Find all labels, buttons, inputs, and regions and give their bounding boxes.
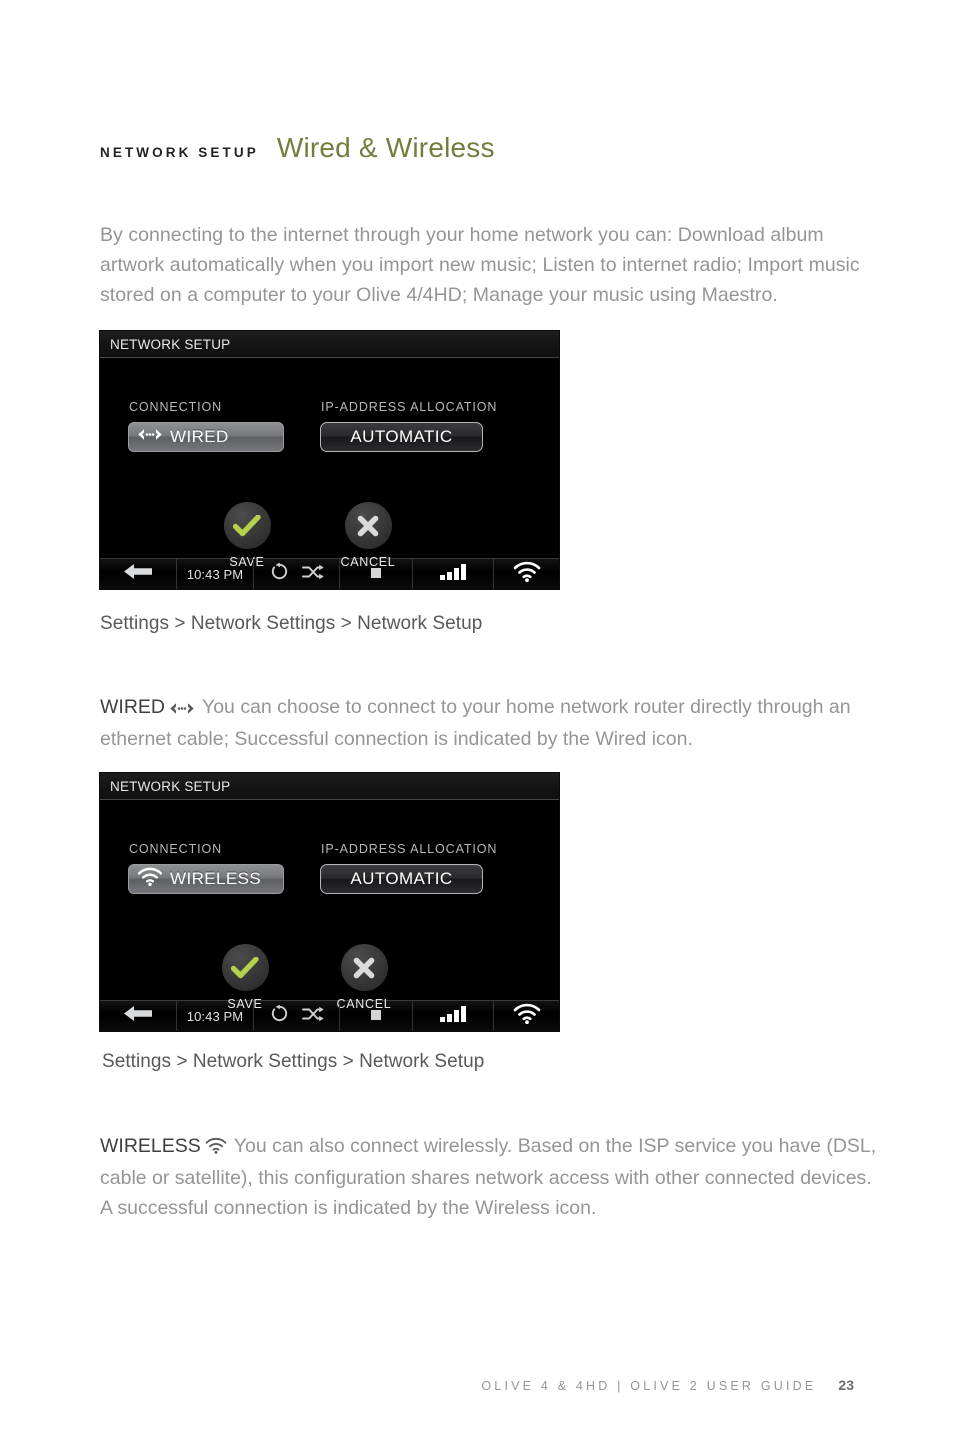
stop-icon (371, 1007, 381, 1025)
wired-description-text: You can choose to connect to your home n… (100, 695, 851, 750)
back-button[interactable] (100, 1001, 177, 1031)
page-footer: OLIVE 4 & 4HD | OLIVE 2 USER GUIDE 23 (481, 1377, 854, 1393)
wifi-icon (205, 1133, 227, 1163)
signal-indicator (413, 559, 494, 589)
stop-button[interactable] (340, 559, 413, 589)
shuffle-icon[interactable] (301, 1006, 324, 1027)
wired-icon (137, 428, 163, 446)
connection-label: CONNECTION (129, 842, 223, 856)
clock-text: 10:43 PM (186, 566, 244, 582)
wifi-indicator (494, 1001, 559, 1031)
repeat-icon[interactable] (270, 1004, 289, 1028)
device-screenshot-wired: NETWORK SETUP CONNECTION IP-ADDRESS ALLO… (100, 331, 559, 589)
connection-label: CONNECTION (129, 400, 223, 414)
footer-text: OLIVE 4 & 4HD | OLIVE 2 USER GUIDE (481, 1379, 817, 1393)
page-eyebrow: NETWORK SETUP (100, 145, 259, 160)
connection-value-text: WIRELESS (170, 869, 262, 888)
clock-display: 10:43 PM (177, 1001, 254, 1031)
device-titlebar: NETWORK SETUP (100, 773, 559, 800)
connection-value-text: WIRED (170, 427, 229, 446)
page-heading: Wired & Wireless (276, 132, 495, 163)
page-title: NETWORK SETUP Wired & Wireless (100, 132, 495, 164)
device-body: CONNECTION IP-ADDRESS ALLOCATION WIRED A… (100, 358, 559, 569)
close-icon (344, 502, 392, 549)
wired-icon (169, 694, 195, 724)
device-body: CONNECTION IP-ADDRESS ALLOCATION WIRELES… (100, 800, 559, 1011)
signal-bars-icon (439, 1005, 467, 1027)
device-screenshot-wireless: NETWORK SETUP CONNECTION IP-ADDRESS ALLO… (100, 773, 559, 1031)
stop-button[interactable] (340, 1001, 413, 1031)
ip-allocation-value-text: AUTOMATIC (350, 869, 453, 888)
transport-controls[interactable] (254, 559, 340, 589)
back-button[interactable] (100, 559, 177, 589)
signal-bars-icon (439, 563, 467, 585)
breadcrumb-caption-wireless: Settings > Network Settings > Network Se… (102, 1051, 485, 1072)
device-titlebar: NETWORK SETUP (100, 331, 559, 358)
device-title: NETWORK SETUP (110, 336, 231, 352)
back-arrow-icon (123, 563, 153, 585)
wireless-term: WIRELESS (100, 1134, 201, 1157)
wifi-icon (513, 1003, 541, 1029)
repeat-icon[interactable] (270, 562, 289, 586)
ip-allocation-label: IP-ADDRESS ALLOCATION (321, 842, 498, 856)
clock-display: 10:43 PM (177, 559, 254, 589)
wired-description: WIRED You can choose to connect to your … (100, 692, 880, 754)
wifi-icon (137, 867, 163, 891)
breadcrumb-caption-wired: Settings > Network Settings > Network Se… (100, 613, 483, 634)
page-number: 23 (838, 1377, 854, 1393)
check-icon (221, 944, 269, 991)
back-arrow-icon (123, 1005, 153, 1027)
ip-allocation-value-button[interactable]: AUTOMATIC (320, 422, 483, 452)
intro-paragraph: By connecting to the internet through yo… (100, 223, 860, 306)
ip-allocation-value-button[interactable]: AUTOMATIC (320, 864, 483, 894)
close-icon (340, 944, 388, 991)
transport-controls[interactable] (254, 1001, 340, 1031)
ip-allocation-value-text: AUTOMATIC (350, 427, 453, 446)
connection-value-button[interactable]: WIRED (128, 422, 284, 452)
ip-allocation-label: IP-ADDRESS ALLOCATION (321, 400, 498, 414)
stop-icon (371, 565, 381, 583)
clock-text: 10:43 PM (186, 1008, 244, 1024)
wireless-description: WIRELESS You can also connect wirelessly… (100, 1131, 880, 1223)
wifi-indicator (494, 559, 559, 589)
check-icon (223, 502, 271, 549)
device-statusbar: 10:43 PM (100, 558, 559, 589)
wired-term: WIRED (100, 695, 165, 718)
device-title: NETWORK SETUP (110, 778, 231, 794)
device-statusbar: 10:43 PM (100, 1000, 559, 1031)
shuffle-icon[interactable] (301, 564, 324, 585)
connection-value-button[interactable]: WIRELESS (128, 864, 284, 894)
signal-indicator (413, 1001, 494, 1031)
wifi-icon (513, 561, 541, 587)
